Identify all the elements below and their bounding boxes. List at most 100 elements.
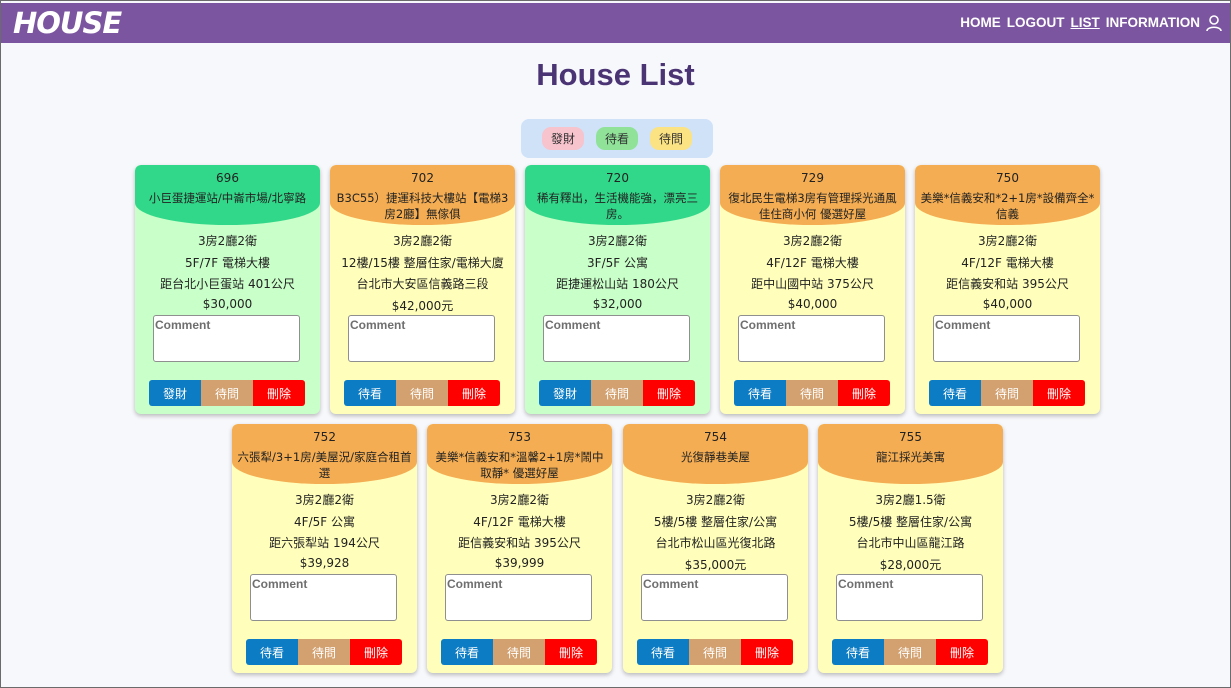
delete-button[interactable]: 刪除 [643,380,695,406]
nav-link-information[interactable]: INFORMATION [1106,15,1200,30]
house-price: $40,000 [982,297,1033,311]
house-layout: 3房2廳2衛 [686,493,745,507]
to-view-button[interactable]: 待看 [929,380,981,406]
house-price: $40,000 [787,297,838,311]
delete-button[interactable]: 刪除 [936,639,988,665]
comment-input[interactable] [933,315,1080,362]
to-ask-button[interactable]: 待問 [396,380,448,406]
house-id: 696 [216,171,239,185]
nav-link-logout[interactable]: LOGOUT [1007,15,1065,30]
house-layout: 3房2廳2衛 [295,493,354,507]
house-floor: 3F/5F 公寓 [587,256,648,270]
comment-input[interactable] [153,315,300,362]
legend-tag-fortune: 發財 [541,127,584,150]
to-ask-button[interactable]: 待問 [493,639,545,665]
action-buttons: 待看 待問 刪除 [734,380,890,406]
house-layout: 3房2廳2衛 [393,234,452,248]
house-id: 755 [899,430,922,444]
house-location: 台北市松山區光復北路 [655,536,776,550]
to-ask-button[interactable]: 待問 [689,639,741,665]
house-id: 752 [313,430,336,444]
house-title: 龍江採光美寓 [876,450,945,464]
comment-input[interactable] [738,315,885,362]
nav-links: HOME LOGOUT LIST INFORMATION [960,15,1200,30]
house-id: 750 [996,171,1019,185]
user-icon[interactable] [1206,15,1222,36]
to-view-button[interactable]: 待看 [832,639,884,665]
to-ask-button[interactable]: 待問 [981,380,1033,406]
action-buttons: 待看 待問 刪除 [344,380,500,406]
house-card: 754 光復靜巷美屋 3房2廳2衛 5樓/5樓 整層住家/公寓 台北市松山區光復… [623,424,808,673]
house-layout: 3房2廳2衛 [783,234,842,248]
action-buttons: 待看 待問 刪除 [246,639,402,665]
to-ask-button[interactable]: 待問 [201,380,253,406]
action-buttons: 待看 待問 刪除 [637,639,793,665]
to-view-button[interactable]: 待看 [344,380,396,406]
house-title: 美樂*信義安和*2+1房*設備齊全*信義 [920,191,1095,221]
action-buttons: 待看 待問 刪除 [832,639,988,665]
delete-button[interactable]: 刪除 [1033,380,1085,406]
legend-tag-to-view: 待看 [595,127,638,150]
delete-button[interactable]: 刪除 [448,380,500,406]
house-location: 距台北小巨蛋站 401公尺 [160,277,295,291]
house-location: 距信義安和站 395公尺 [458,536,581,550]
to-view-button[interactable]: 待看 [637,639,689,665]
page-title: House List [536,57,695,92]
house-price: $42,000元 [391,299,454,313]
comment-input[interactable] [543,315,690,362]
house-card: 729 復北民生電梯3房有管理採光通風佳住商小何 優選好屋 3房2廳2衛 4F/… [720,165,905,414]
comment-input[interactable] [250,574,397,621]
fortune-button[interactable]: 發財 [149,380,201,406]
action-buttons: 待看 待問 刪除 [441,639,597,665]
delete-button[interactable]: 刪除 [545,639,597,665]
to-ask-button[interactable]: 待問 [786,380,838,406]
house-location: 距信義安和站 395公尺 [946,277,1069,291]
house-layout: 3房2廳2衛 [588,234,647,248]
nav-link-home[interactable]: HOME [960,15,1001,30]
delete-button[interactable]: 刪除 [838,380,890,406]
house-id: 754 [704,430,727,444]
comment-input[interactable] [836,574,983,621]
action-buttons: 發財 待問 刪除 [149,380,305,406]
house-card: 720 稀有釋出，生活機能強，漂亮三房。 3房2廳2衛 3F/5F 公寓 距捷運… [525,165,710,414]
house-title: 美樂*信義安和*溫馨2+1房*鬧中取靜* 優選好屋 [435,450,604,480]
house-floor: 4F/12F 電梯大樓 [766,256,859,270]
house-floor: 5F/7F 電梯大樓 [185,256,270,270]
house-floor: 4F/12F 電梯大樓 [473,515,566,529]
delete-button[interactable]: 刪除 [253,380,305,406]
delete-button[interactable]: 刪除 [350,639,402,665]
action-buttons: 待看 待問 刪除 [929,380,1085,406]
to-ask-button[interactable]: 待問 [591,380,643,406]
house-location: 台北市中山區龍江路 [856,536,965,550]
house-title: 稀有釋出，生活機能強，漂亮三房。 [537,191,698,221]
logo[interactable]: HOUSE [13,6,122,40]
delete-button[interactable]: 刪除 [741,639,793,665]
to-ask-button[interactable]: 待問 [884,639,936,665]
house-price: $39,928 [299,556,350,570]
nav-link-list[interactable]: LIST [1071,15,1100,30]
house-id: 702 [411,171,434,185]
house-layout: 3房2廳2衛 [490,493,549,507]
page: HOUSE HOME LOGOUT LIST INFORMATION House… [0,0,1231,688]
house-price: $35,000元 [684,558,747,572]
house-location: 距中山國中站 375公尺 [751,277,874,291]
to-view-button[interactable]: 待看 [441,639,493,665]
house-price: $30,000 [202,297,253,311]
to-view-button[interactable]: 待看 [734,380,786,406]
comment-input[interactable] [641,574,788,621]
fortune-button[interactable]: 發財 [539,380,591,406]
house-floor: 5樓/5樓 整層住家/公寓 [653,515,778,529]
house-title: B3C55）捷運科技大樓站【電梯3房2廳】無傢俱 [336,191,509,221]
house-price: $39,999 [494,556,545,570]
to-ask-button[interactable]: 待問 [298,639,350,665]
house-id: 753 [508,430,531,444]
comment-input[interactable] [348,315,495,362]
house-location: 距捷運松山站 180公尺 [556,277,679,291]
house-price: $28,000元 [879,558,942,572]
house-title: 小巨蛋捷運站/中崙市場/北寧路 [148,191,307,205]
comment-input[interactable] [445,574,592,621]
house-card: 753 美樂*信義安和*溫馨2+1房*鬧中取靜* 優選好屋 3房2廳2衛 4F/… [427,424,612,673]
action-buttons: 發財 待問 刪除 [539,380,695,406]
house-card: 755 龍江採光美寓 3房2廳1.5衛 5樓/5樓 整層住家/公寓 台北市中山區… [818,424,1003,673]
to-view-button[interactable]: 待看 [246,639,298,665]
